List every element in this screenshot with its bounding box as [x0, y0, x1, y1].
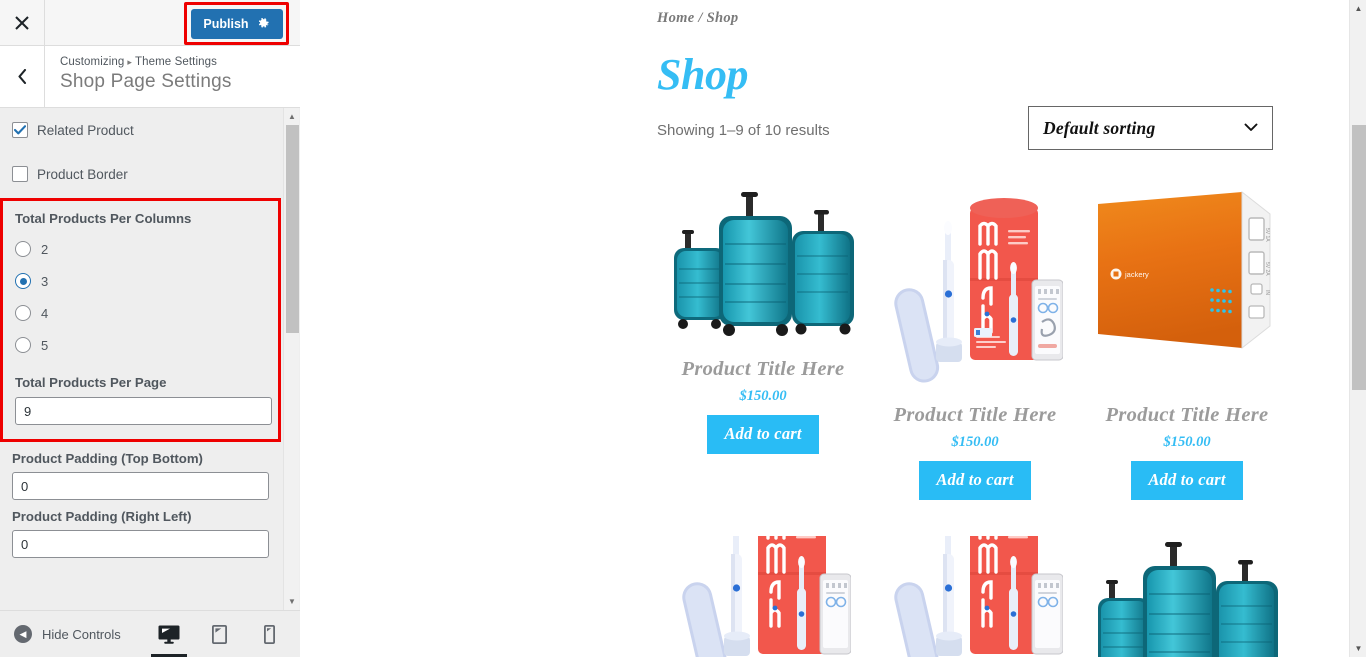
product-image-toothbrush[interactable] — [657, 536, 869, 657]
radio-label-3: 3 — [41, 273, 49, 289]
sidebar-scrollbar[interactable]: ▲ ▼ — [283, 108, 299, 610]
controls-scroll-area: Related Product Product Border Total Pro… — [0, 108, 300, 610]
checkbox-checked-icon[interactable] — [12, 122, 28, 138]
product-card[interactable] — [869, 536, 1081, 657]
preview-scrollbar-thumb[interactable] — [1352, 125, 1366, 390]
product-card[interactable]: Product Title Here $150.00 Add to cart — [869, 186, 1081, 500]
product-price: $150.00 — [1163, 434, 1211, 450]
product-card[interactable] — [657, 536, 869, 657]
label-total-products-per-columns: Total Products Per Columns — [15, 211, 192, 226]
product-image-toothbrush[interactable] — [869, 536, 1081, 657]
breadcrumb: Customizing ▸ Theme Settings — [60, 56, 232, 68]
sidebar-scrollbar-thumb[interactable] — [286, 125, 299, 333]
product-card[interactable]: Product Title Here $150.00 Add to cart — [657, 186, 869, 500]
site-preview-frame: Home / Shop Shop Showing 1–9 of 10 resul… — [300, 0, 1366, 657]
product-grid-row-1: Product Title Here $150.00 Add to cart P… — [657, 186, 1350, 500]
input-product-padding-top-bottom[interactable] — [12, 472, 269, 500]
product-card[interactable] — [1081, 536, 1293, 657]
results-and-sorting-row: Showing 1–9 of 10 results Default sortin… — [657, 106, 1350, 178]
caret-left-circle-icon[interactable]: ◀ — [14, 625, 32, 643]
product-image-luggage[interactable] — [657, 186, 869, 346]
svg-text:IN: IN — [1264, 290, 1270, 295]
sorting-dropdown[interactable]: Default sorting — [1028, 106, 1273, 150]
radio-unselected-icon[interactable] — [15, 241, 31, 257]
checkbox-label-product-border: Product Border — [37, 166, 128, 182]
scroll-up-arrow-icon[interactable]: ▲ — [284, 108, 300, 125]
product-grid-row-2 — [657, 536, 1350, 657]
gear-icon[interactable] — [258, 17, 270, 30]
product-title[interactable]: Product Title Here — [1081, 404, 1293, 427]
tablet-icon — [211, 624, 227, 644]
customizer-sidebar: Publish Customizing ▸ Theme Settings Sho… — [0, 0, 300, 657]
hide-controls-label: Hide Controls — [42, 626, 121, 642]
preview-breadcrumb[interactable]: Home / Shop — [657, 10, 1350, 27]
sorting-selected-value: Default sorting — [1043, 117, 1156, 138]
device-desktop-button[interactable] — [151, 619, 187, 657]
shop-page-heading: Shop — [657, 50, 748, 99]
back-button[interactable] — [0, 46, 45, 107]
device-tablet-button[interactable] — [208, 619, 230, 649]
field-product-padding-right-left: Product Padding (Right Left) — [0, 500, 300, 558]
device-preview-switcher — [151, 619, 300, 657]
panel-header: Customizing ▸ Theme Settings Shop Page Set… — [0, 46, 300, 108]
scroll-up-arrow-icon[interactable]: ▲ — [1350, 0, 1366, 17]
add-to-cart-button[interactable]: Add to cart — [707, 415, 819, 454]
product-card[interactable]: 5V 1A 5V 2A IN jackery Product Title Her… — [1081, 186, 1293, 500]
radio-label-4: 4 — [41, 305, 49, 321]
publish-label: Publish — [203, 16, 249, 31]
device-mobile-button[interactable] — [258, 619, 280, 649]
breadcrumb-separator-icon: ▸ — [127, 57, 132, 67]
radio-label-2: 2 — [41, 241, 49, 257]
product-price: $150.00 — [739, 388, 787, 404]
svg-text:5V 2A: 5V 2A — [1264, 262, 1270, 276]
scroll-down-arrow-icon[interactable]: ▼ — [1350, 640, 1366, 657]
customizer-footer: ◀ Hide Controls — [0, 610, 300, 657]
radio-unselected-icon[interactable] — [15, 305, 31, 321]
chevron-down-icon — [1244, 122, 1258, 134]
label-total-products-per-page: Total Products Per Page — [15, 375, 167, 390]
radio-label-5: 5 — [41, 337, 49, 353]
product-image-toothbrush[interactable] — [869, 186, 1081, 392]
publish-button[interactable]: Publish — [190, 8, 283, 39]
product-price: $150.00 — [951, 434, 999, 450]
label-product-padding-top-bottom: Product Padding (Top Bottom) — [12, 451, 203, 466]
checkbox-label-related-product: Related Product — [37, 122, 134, 138]
radio-columns-2[interactable]: 2 — [15, 233, 266, 265]
product-image-power-bank[interactable]: 5V 1A 5V 2A IN jackery — [1081, 186, 1293, 392]
breadcrumb-parent[interactable]: Theme Settings — [135, 56, 217, 68]
results-count-text: Showing 1–9 of 10 results — [657, 122, 830, 139]
radio-unselected-icon[interactable] — [15, 337, 31, 353]
checkbox-unchecked-icon[interactable] — [12, 166, 28, 182]
publish-highlight-box: Publish — [184, 2, 289, 45]
close-icon[interactable] — [0, 0, 45, 45]
page-title: Shop Page Settings — [60, 71, 232, 92]
breadcrumb-root[interactable]: Customizing — [60, 56, 124, 68]
add-to-cart-button[interactable]: Add to cart — [1131, 461, 1243, 500]
highlighted-settings-group: Total Products Per Columns 2 3 4 5 Total… — [0, 198, 281, 442]
desktop-icon — [158, 625, 180, 644]
svg-text:5V 1A: 5V 1A — [1264, 228, 1270, 242]
radio-columns-5[interactable]: 5 — [15, 329, 266, 361]
radio-columns-4[interactable]: 4 — [15, 297, 266, 329]
checkbox-product-border[interactable]: Product Border — [0, 152, 300, 196]
label-product-padding-right-left: Product Padding (Right Left) — [12, 509, 192, 524]
scroll-down-arrow-icon[interactable]: ▼ — [284, 593, 300, 610]
product-title[interactable]: Product Title Here — [657, 358, 869, 381]
checkbox-related-product[interactable]: Related Product — [0, 108, 300, 152]
customizer-window: Publish Customizing ▸ Theme Settings Sho… — [0, 0, 1366, 657]
input-total-products-per-page[interactable] — [15, 397, 272, 425]
svg-text:jackery: jackery — [1124, 270, 1149, 279]
radio-selected-icon[interactable] — [15, 273, 31, 289]
product-image-luggage[interactable] — [1081, 536, 1293, 657]
hide-controls-button[interactable]: ◀ Hide Controls — [0, 625, 158, 643]
chevron-left-icon — [17, 69, 26, 84]
add-to-cart-button[interactable]: Add to cart — [919, 461, 1031, 500]
customizer-header: Publish — [0, 0, 300, 46]
preview-scrollbar[interactable]: ▲ ▼ — [1349, 0, 1366, 657]
mobile-icon — [263, 624, 275, 644]
radio-columns-3[interactable]: 3 — [15, 265, 266, 297]
input-product-padding-right-left[interactable] — [12, 530, 269, 558]
product-title[interactable]: Product Title Here — [869, 404, 1081, 427]
field-product-padding-top-bottom: Product Padding (Top Bottom) — [0, 442, 300, 500]
